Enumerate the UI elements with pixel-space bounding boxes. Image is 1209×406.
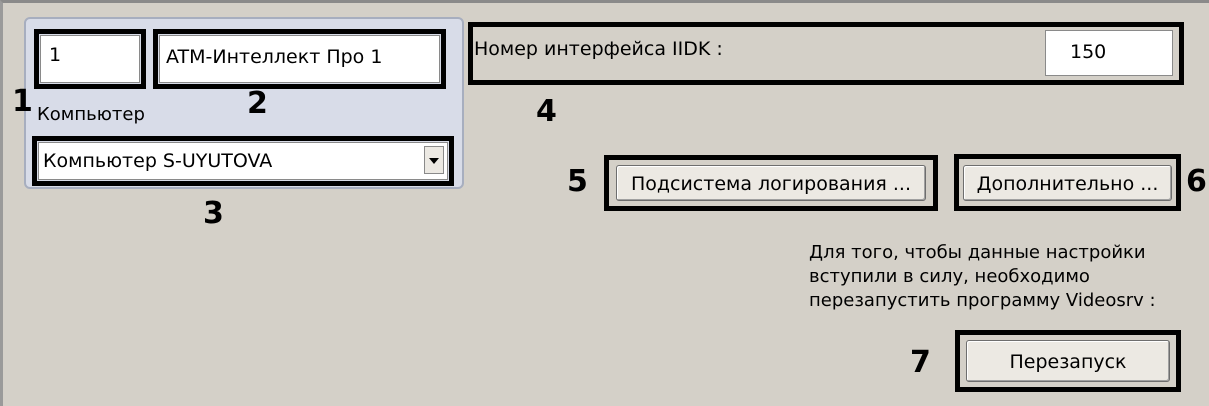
logging-subsystem-button[interactable]: Подсистема логирования ...	[616, 165, 926, 201]
callout-number-1: 1	[12, 84, 33, 119]
advanced-button-label: Дополнительно ...	[976, 173, 1159, 195]
chevron-down-icon[interactable]	[424, 146, 444, 174]
iidk-label: Номер интерфейса IIDK :	[474, 38, 723, 60]
restart-button[interactable]: Перезапуск	[966, 340, 1170, 382]
callout-number-5: 5	[567, 164, 588, 199]
restart-button-label: Перезапуск	[1009, 351, 1127, 373]
computer-label: Компьютер	[37, 104, 145, 125]
callout-number-2: 2	[247, 86, 268, 121]
settings-panel: 1 ATM-Интеллект Про 1 1 Компьютер 2 Комп…	[0, 0, 1209, 406]
callout-number-6: 6	[1186, 164, 1207, 199]
computer-select[interactable]: Компьютер S-UYUTOVA	[38, 142, 448, 180]
callout-number-4: 4	[536, 94, 557, 129]
logging-subsystem-button-label: Подсистема логирования ...	[630, 173, 912, 195]
iidk-number-field[interactable]: 150	[1045, 30, 1173, 76]
object-id-field[interactable]: 1	[40, 35, 140, 83]
callout-number-3: 3	[203, 196, 224, 231]
restart-note: Для того, чтобы данные настройки вступил…	[809, 241, 1204, 313]
restart-note-line-2: вступили в силу, необходимо	[809, 266, 1090, 287]
restart-note-line-1: Для того, чтобы данные настройки	[809, 242, 1146, 263]
callout-number-7: 7	[910, 345, 931, 380]
restart-note-line-3: перезапустить программу Videosrv :	[809, 290, 1156, 311]
advanced-button[interactable]: Дополнительно ...	[963, 165, 1172, 201]
object-name-field[interactable]: ATM-Интеллект Про 1	[159, 35, 440, 83]
computer-select-value: Компьютер S-UYUTOVA	[43, 150, 273, 172]
